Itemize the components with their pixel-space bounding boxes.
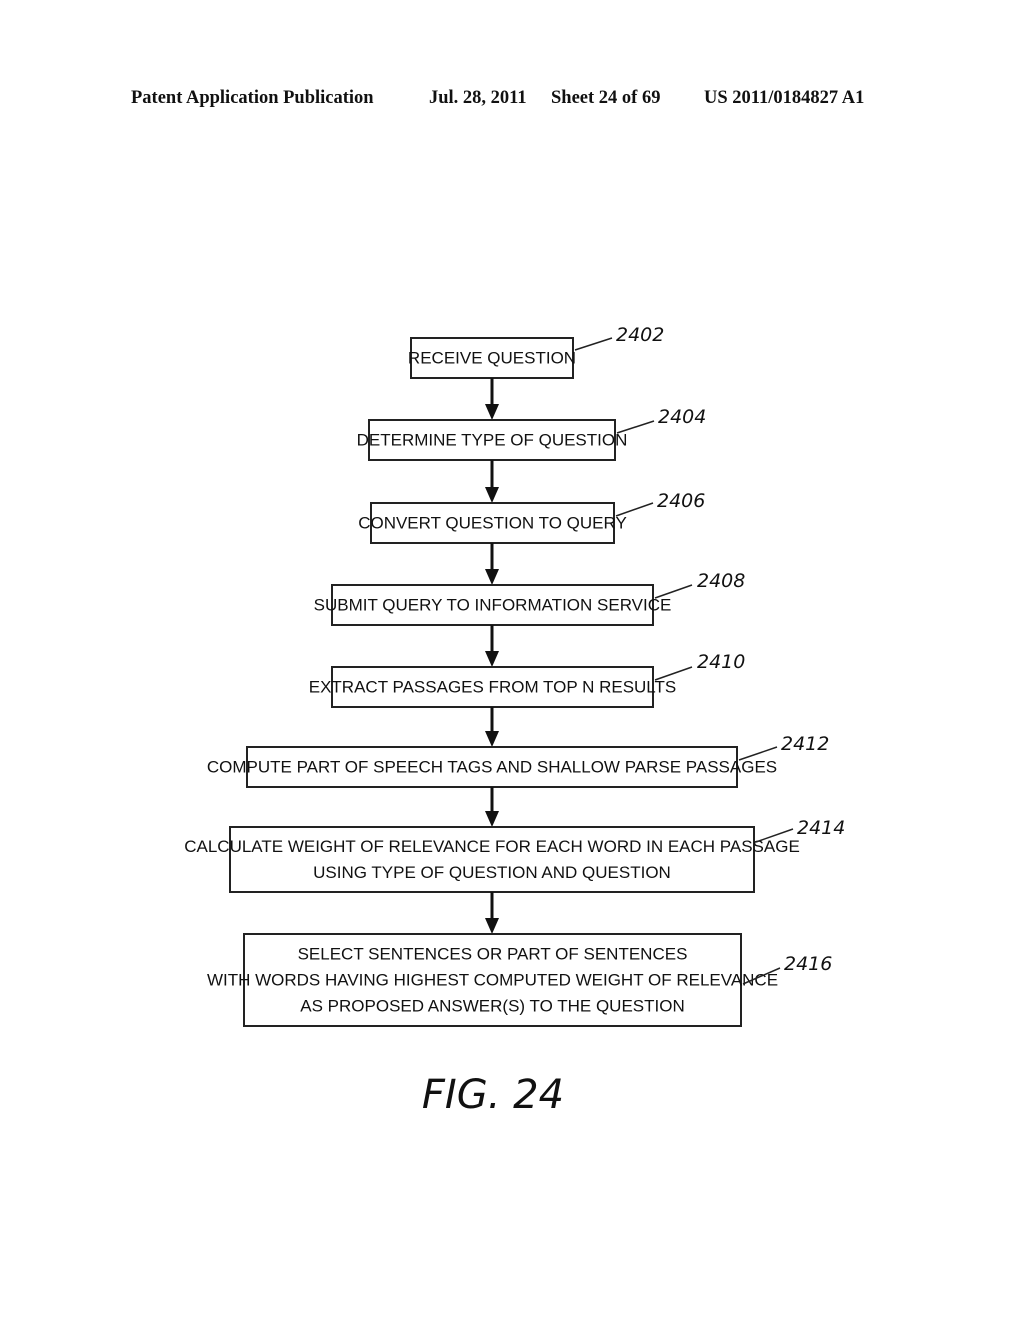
flow-arrow <box>485 625 499 667</box>
reference-numeral: 2402 <box>616 324 664 346</box>
reference-leader-line <box>654 584 693 599</box>
reference-leader-line <box>615 502 654 517</box>
step-text: EXTRACT PASSAGES FROM TOP N RESULTS <box>309 677 676 696</box>
arrow-head-icon <box>485 487 499 503</box>
reference-numeral: 2416 <box>784 953 832 975</box>
reference-numeral: 2406 <box>657 490 705 512</box>
step-text: SUBMIT QUERY TO INFORMATION SERVICE <box>314 595 672 614</box>
reference-numeral: 2412 <box>781 733 829 755</box>
step-text: USING TYPE OF QUESTION AND QUESTION <box>313 863 671 882</box>
flow-arrow <box>485 378 499 420</box>
flow-step-2414: CALCULATE WEIGHT OF RELEVANCE FOR EACH W… <box>184 817 845 893</box>
flow-step-2406: CONVERT QUESTION TO QUERY 2406 <box>358 490 705 544</box>
flow-step-2404: DETERMINE TYPE OF QUESTION 2404 <box>357 406 706 461</box>
figure-label: FIG. 24 <box>422 1072 564 1118</box>
flow-step-2410: EXTRACT PASSAGES FROM TOP N RESULTS 2410 <box>309 651 745 708</box>
reference-numeral: 2404 <box>658 406 706 428</box>
reference-numeral: 2414 <box>797 817 845 839</box>
arrow-head-icon <box>485 731 499 747</box>
flow-arrow <box>485 460 499 503</box>
step-text: AS PROPOSED ANSWER(S) TO THE QUESTION <box>300 996 684 1015</box>
reference-numeral: 2408 <box>697 570 745 592</box>
arrow-head-icon <box>485 918 499 934</box>
flow-arrow <box>485 892 499 934</box>
step-text: CALCULATE WEIGHT OF RELEVANCE FOR EACH W… <box>184 837 800 856</box>
flow-step-2412: COMPUTE PART OF SPEECH TAGS AND SHALLOW … <box>207 733 829 788</box>
flow-step-2416: SELECT SENTENCES OR PART OF SENTENCES WIT… <box>207 933 832 1027</box>
arrow-head-icon <box>485 569 499 585</box>
flow-arrow <box>485 787 499 827</box>
reference-numeral: 2410 <box>697 651 745 673</box>
reference-leader-line <box>616 420 655 434</box>
step-text: DETERMINE TYPE OF QUESTION <box>357 430 628 449</box>
step-text: RECEIVE QUESTION <box>408 348 576 367</box>
reference-leader-line <box>574 337 613 351</box>
flow-step-2408: SUBMIT QUERY TO INFORMATION SERVICE 2408 <box>314 570 745 626</box>
flowchart: RECEIVE QUESTION 2402 DETERMINE TYPE OF QU… <box>184 324 845 1118</box>
step-text: WITH WORDS HAVING HIGHEST COMPUTED WEIGH… <box>207 970 778 989</box>
arrow-head-icon <box>485 811 499 827</box>
flow-arrow <box>485 707 499 747</box>
arrow-head-icon <box>485 404 499 420</box>
step-text: SELECT SENTENCES OR PART OF SENTENCES <box>298 944 688 963</box>
arrow-head-icon <box>485 651 499 667</box>
flow-arrow <box>485 543 499 585</box>
step-text: COMPUTE PART OF SPEECH TAGS AND SHALLOW … <box>207 757 777 776</box>
flow-step-2402: RECEIVE QUESTION 2402 <box>408 324 664 379</box>
step-text: CONVERT QUESTION TO QUERY <box>358 513 627 532</box>
